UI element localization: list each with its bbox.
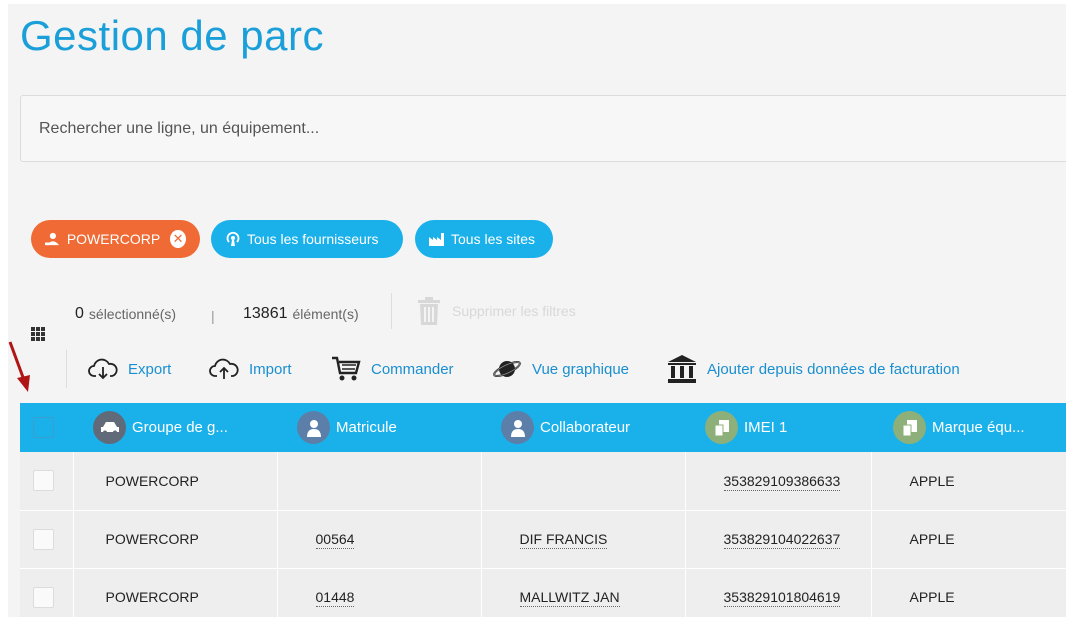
user-group-icon: [45, 232, 60, 246]
export-label: Export: [128, 360, 172, 378]
add-from-billing-button[interactable]: Ajouter depuis données de facturation: [667, 354, 960, 384]
column-grid-icon[interactable]: [31, 327, 45, 341]
planet-icon: [493, 361, 521, 377]
user-icon: [297, 411, 330, 444]
signal-tower-icon: [226, 231, 240, 246]
clear-filters-label: Supprimer les filtres: [452, 303, 576, 319]
sites-filter-chip[interactable]: Tous les sites: [415, 220, 553, 258]
page-title: Gestion de parc: [20, 12, 325, 59]
shopping-cart-icon: [332, 356, 361, 381]
cell-imei1[interactable]: 353829104022637: [684, 510, 871, 568]
table-row[interactable]: POWERCORP 00564 DIF FRANCIS 353829104022…: [20, 510, 1066, 568]
column-header-collaborator[interactable]: Collaborateur: [481, 403, 685, 452]
select-all-checkbox[interactable]: [33, 417, 54, 438]
total-label: élément(s): [292, 306, 359, 322]
total-counter: 13861 élément(s): [243, 305, 359, 323]
selected-counter: 0 sélectionné(s): [75, 305, 176, 323]
table-row[interactable]: POWERCORP 353829109386633 APPLE: [20, 452, 1066, 510]
devices-icon: [705, 411, 738, 444]
remove-filter-icon[interactable]: ✕: [170, 230, 186, 248]
table-row[interactable]: POWERCORP 01448 MALLWITZ JAN 35382910180…: [20, 568, 1066, 617]
cell-matricule[interactable]: 01448: [276, 568, 481, 617]
row-checkbox[interactable]: [33, 470, 54, 492]
suppliers-filter-chip[interactable]: Tous les fournisseurs: [211, 220, 403, 258]
table-header-row: Groupe de g... Matricule Collaborateur I…: [20, 403, 1066, 452]
annotation-arrow: [8, 341, 30, 392]
cell-matricule[interactable]: [276, 452, 481, 510]
graph-view-button[interactable]: Vue graphique: [492, 354, 629, 384]
search-input[interactable]: [20, 95, 1066, 162]
cell-group: POWERCORP: [72, 568, 277, 617]
cloud-download-icon: [88, 358, 118, 380]
user-icon: [501, 411, 534, 444]
import-label: Import: [249, 360, 292, 378]
bank-icon: [668, 355, 696, 383]
cell-group: POWERCORP: [72, 510, 277, 568]
selected-count: 0: [75, 305, 84, 322]
company-filter-label: POWERCORP: [66, 231, 161, 247]
add-from-billing-label: Ajouter depuis données de facturation: [707, 360, 960, 378]
cell-matricule[interactable]: 00564: [276, 510, 481, 568]
cell-group: POWERCORP: [72, 452, 277, 510]
column-header-matricule[interactable]: Matricule: [277, 403, 481, 452]
cell-imei1[interactable]: 353829109386633: [684, 452, 871, 510]
sites-filter-label: Tous les sites: [451, 231, 536, 247]
cell-imei1[interactable]: 353829101804619: [684, 568, 871, 617]
column-header-brand-label: Marque équ...: [932, 419, 1025, 436]
factory-icon: [429, 233, 444, 246]
cell-brand: APPLE: [870, 452, 1066, 510]
column-header-collaborator-label: Collaborateur: [540, 419, 631, 436]
row-checkbox[interactable]: [33, 528, 54, 550]
column-header-brand[interactable]: Marque équ...: [871, 403, 1066, 452]
cell-brand: APPLE: [870, 568, 1066, 617]
column-header-group-label: Groupe de g...: [132, 419, 228, 436]
cell-collaborator[interactable]: DIF FRANCIS: [480, 510, 685, 568]
cell-collaborator[interactable]: MALLWITZ JAN: [480, 568, 685, 617]
graph-view-label: Vue graphique: [532, 360, 630, 378]
order-label: Commander: [371, 360, 454, 378]
stats-separator: |: [211, 308, 215, 324]
selected-label: sélectionné(s): [88, 306, 177, 322]
car-icon: [93, 411, 126, 444]
column-header-imei1[interactable]: IMEI 1: [685, 403, 871, 452]
fleet-table: Groupe de g... Matricule Collaborateur I…: [20, 403, 1066, 617]
cloud-upload-icon: [209, 358, 239, 379]
export-button[interactable]: Export: [88, 354, 171, 384]
column-header-matricule-label: Matricule: [336, 419, 397, 436]
order-button[interactable]: Commander: [331, 354, 454, 384]
company-filter-chip[interactable]: POWERCORP ✕: [31, 220, 200, 258]
total-count: 13861: [243, 305, 288, 322]
suppliers-filter-label: Tous les fournisseurs: [247, 231, 379, 247]
import-button[interactable]: Import: [209, 354, 292, 384]
cell-brand: APPLE: [870, 510, 1066, 568]
select-all-cell: [20, 403, 73, 452]
trash-icon: [418, 297, 440, 325]
column-header-group[interactable]: Groupe de g...: [73, 403, 277, 452]
clear-filters-button[interactable]: Supprimer les filtres: [418, 297, 576, 325]
devices-icon: [893, 411, 926, 444]
actions-divider: [66, 350, 67, 388]
cell-collaborator[interactable]: [480, 452, 685, 510]
toolbar-divider: [391, 293, 392, 329]
row-checkbox[interactable]: [33, 586, 54, 608]
column-header-imei1-label: IMEI 1: [744, 419, 788, 436]
